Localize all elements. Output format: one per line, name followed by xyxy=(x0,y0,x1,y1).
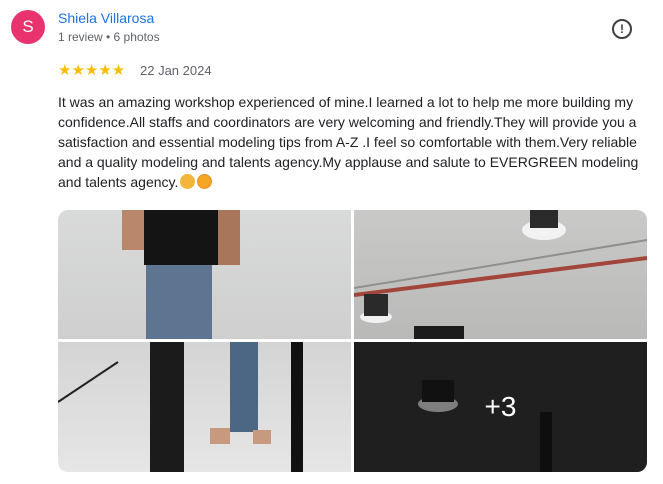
reviewer-meta: 1 review • 6 photos xyxy=(58,30,160,44)
more-photos-overlay[interactable]: +3 xyxy=(354,342,647,472)
avatar-initial: S xyxy=(22,17,34,36)
report-icon[interactable]: ! xyxy=(612,19,632,39)
review-text: It was an amazing workshop experienced o… xyxy=(58,92,658,192)
reviewer-name[interactable]: Shiela Villarosa xyxy=(58,10,154,26)
review-text-content: It was an amazing workshop experienced o… xyxy=(58,94,639,190)
avatar[interactable]: S xyxy=(11,10,45,44)
photo-2[interactable] xyxy=(354,210,647,339)
face-blowing-kiss-icon xyxy=(197,174,213,189)
review-date: 22 Jan 2024 xyxy=(140,63,212,78)
photo-grid: +3 xyxy=(58,210,647,472)
photo-1[interactable] xyxy=(58,210,351,339)
star-rating: ★★★★★ xyxy=(58,62,126,79)
photo-3[interactable] xyxy=(58,342,351,472)
clapping-hands-icon xyxy=(180,174,196,189)
